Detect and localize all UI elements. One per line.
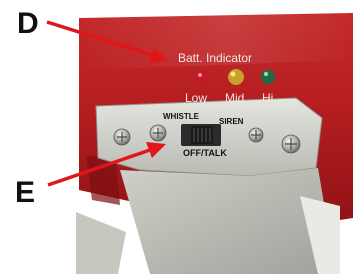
led-hi bbox=[261, 70, 275, 84]
led-mid bbox=[228, 69, 244, 85]
megaphone-photo: D E Batt. Indicator Low Mid Hi WHISTLE S… bbox=[0, 0, 353, 274]
led-label-mid: Mid bbox=[225, 91, 245, 105]
megaphone-photo-drawing bbox=[46, 13, 353, 274]
screw-right-outer bbox=[281, 134, 301, 154]
switch-label-whistle: WHISTLE bbox=[163, 112, 199, 121]
screw-left-inner bbox=[149, 124, 167, 142]
led-label-low: Low bbox=[185, 91, 208, 105]
handle bbox=[120, 168, 336, 274]
switch-label-off-talk: OFF/TALK bbox=[183, 148, 227, 158]
callout-label-e: E bbox=[15, 176, 36, 209]
trigger-guard bbox=[76, 212, 126, 274]
led-label-hi: Hi bbox=[262, 91, 274, 105]
battery-indicator-title: Batt. Indicator bbox=[178, 51, 253, 65]
screw-right-inner bbox=[248, 127, 264, 143]
mode-slide-switch bbox=[181, 124, 221, 146]
screw-left-outer bbox=[113, 128, 131, 146]
callout-label-d: D bbox=[17, 7, 39, 40]
led-low bbox=[196, 71, 208, 83]
switch-label-siren: SIREN bbox=[219, 117, 244, 126]
